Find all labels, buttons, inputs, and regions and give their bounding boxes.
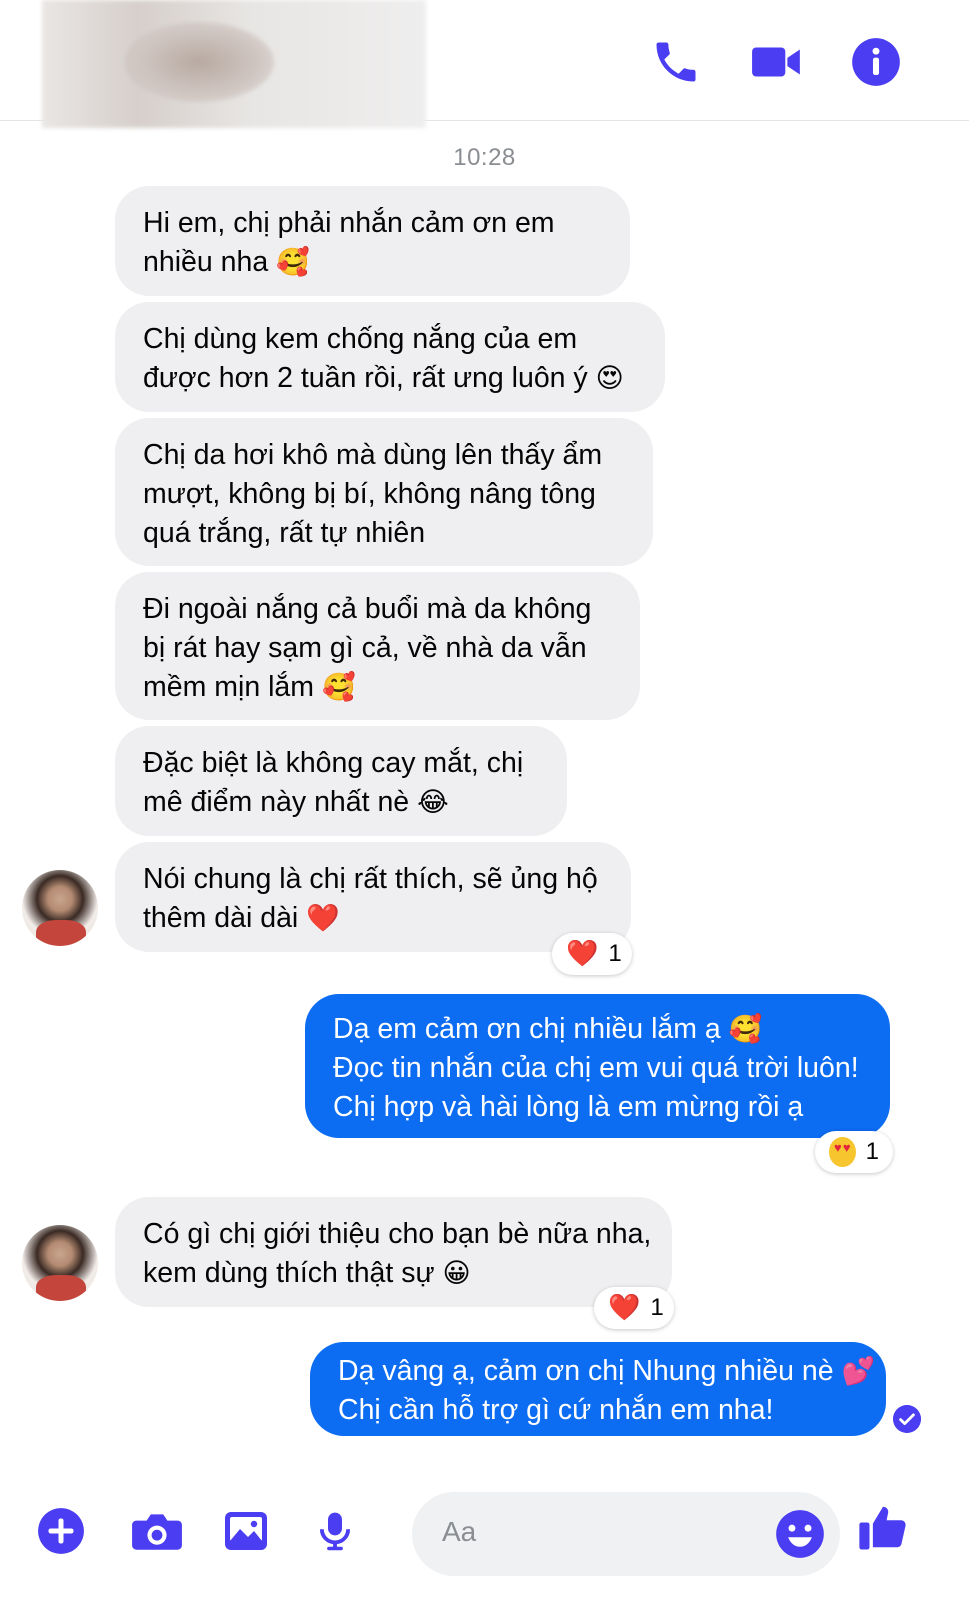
check-circle-icon <box>893 1405 921 1433</box>
contact-avatar[interactable] <box>22 1225 98 1301</box>
heart-reaction-icon: ❤️ <box>566 939 599 969</box>
message-input[interactable]: Aa <box>412 1492 840 1576</box>
incoming-message[interactable]: Chị dùng kem chống nắng của em được hơn … <box>115 302 665 412</box>
outgoing-message[interactable]: Dạ em cảm ơn chị nhiều lắm ạ 🥰 Đọc tin n… <box>305 994 890 1138</box>
thumbs-up-icon[interactable] <box>856 1500 910 1554</box>
info-icon[interactable] <box>850 36 902 88</box>
incoming-message[interactable]: Chị da hơi khô mà dùng lên thấy ẩm mượt,… <box>115 418 653 566</box>
heart-eyes-reaction-icon <box>829 1137 856 1167</box>
message-composer: Aa <box>0 1460 969 1624</box>
message-input-placeholder: Aa <box>442 1516 477 1547</box>
message-reaction[interactable]: ❤️ 1 <box>552 933 632 975</box>
video-camera-icon[interactable] <box>750 36 804 88</box>
incoming-message[interactable]: Đặc biệt là không cay mắt, chị mê điểm n… <box>115 726 567 836</box>
smiley-icon[interactable] <box>774 1508 826 1560</box>
phone-icon[interactable] <box>650 36 702 88</box>
reaction-count: 1 <box>650 1294 664 1321</box>
contact-name-blurred[interactable] <box>42 0 426 128</box>
outgoing-message[interactable]: Dạ vâng ạ, cảm ơn chị Nhung nhiều nè 💕 C… <box>310 1342 886 1436</box>
message-timestamp: 10:28 <box>453 144 516 171</box>
message-reaction[interactable]: 1 <box>815 1131 893 1173</box>
incoming-message[interactable]: Đi ngoài nắng cả buổi mà da không bị rát… <box>115 572 640 720</box>
contact-avatar[interactable] <box>22 870 98 946</box>
plus-icon[interactable] <box>36 1506 86 1556</box>
reaction-count: 1 <box>608 940 622 967</box>
reaction-count: 1 <box>865 1138 879 1165</box>
message-reaction[interactable]: ❤️ 1 <box>594 1287 674 1329</box>
incoming-message[interactable]: Hi em, chị phải nhắn cảm ơn em nhiều nha… <box>115 186 630 296</box>
incoming-message[interactable]: Có gì chị giới thiệu cho bạn bè nữa nha,… <box>115 1197 672 1307</box>
image-icon[interactable] <box>222 1506 270 1556</box>
camera-icon[interactable] <box>130 1506 184 1556</box>
heart-reaction-icon: ❤️ <box>608 1293 641 1323</box>
conversation-header <box>0 0 969 128</box>
incoming-message[interactable]: Nói chung là chị rất thích, sẽ ủng hộ th… <box>115 842 631 952</box>
microphone-icon[interactable] <box>314 1506 356 1556</box>
